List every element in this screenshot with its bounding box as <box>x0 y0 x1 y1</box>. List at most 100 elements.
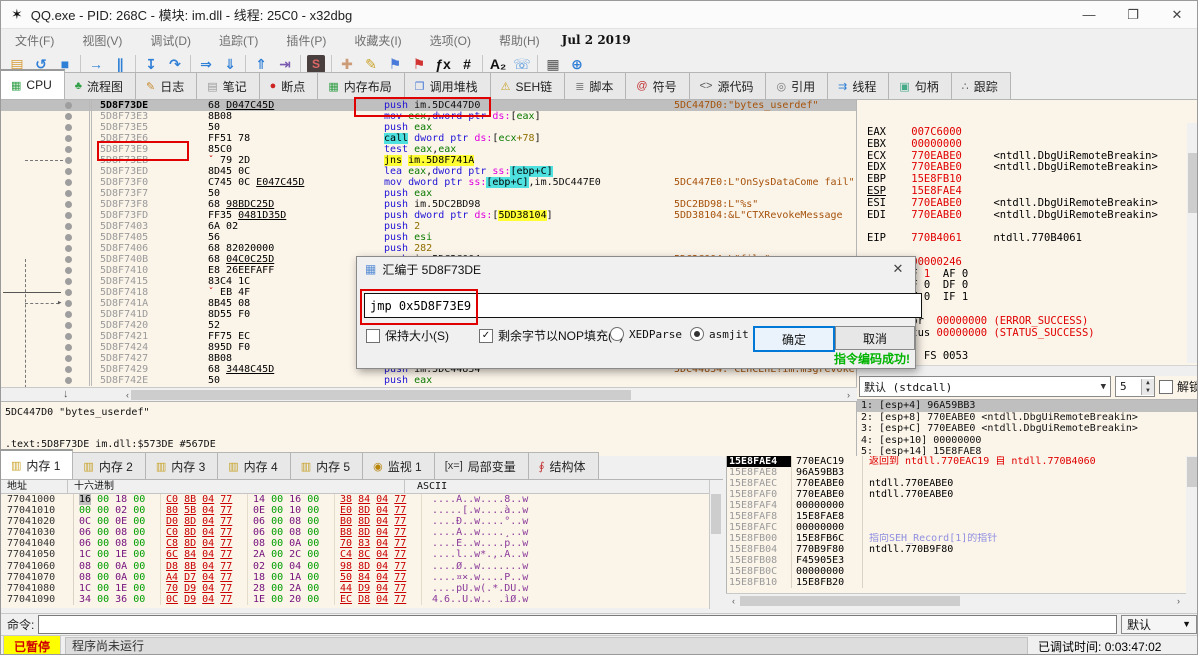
tab-脚本[interactable]: ≣ 脚本 <box>564 72 627 99</box>
breakpoint-dot-icon[interactable] <box>65 212 72 219</box>
tab-调用堆栈[interactable]: ❐ 调用堆栈 <box>403 72 491 99</box>
calling-convention-select[interactable]: 默认 (stdcall) ▼ <box>859 376 1111 397</box>
breakpoint-dot-icon[interactable] <box>65 168 72 175</box>
breakpoint-dot-icon[interactable] <box>65 256 72 263</box>
tab-跟踪[interactable]: ∴ 跟踪 <box>950 72 1011 99</box>
stack-scroll-right[interactable]: › <box>1172 595 1185 607</box>
ok-button[interactable]: 确定 <box>753 326 835 352</box>
tab-内存 4[interactable]: ▥ 内存 4 <box>217 452 291 479</box>
tab-局部变量[interactable]: [x=] 局部变量 <box>433 452 529 479</box>
stack-row[interactable]: 15E8FB04 770B9F80 ntdll.770B9F80 <box>727 544 1186 555</box>
cancel-button[interactable]: 取消 <box>835 326 915 350</box>
tab-源代码[interactable]: <> 源代码 <box>688 72 767 99</box>
breakpoint-dot-icon[interactable] <box>65 289 72 296</box>
keep-size-checkbox[interactable] <box>366 328 380 343</box>
disassembly-hscrollbar[interactable]: ↓ ‹ › <box>1 387 857 401</box>
asmjit-radio[interactable] <box>690 327 704 341</box>
registers-vscrollbar[interactable] <box>1187 123 1197 363</box>
register-line[interactable]: EAX 007C6000 <box>867 127 1183 139</box>
stack-row[interactable]: 15E8FAE8 96A59BB3 <box>727 467 1186 478</box>
register-line[interactable]: EBP 15E8FB10 <box>867 174 1183 186</box>
tab-SEH链[interactable]: ⚠ SEH链 <box>489 72 566 99</box>
tab-线程[interactable]: ⇉ 线程 <box>827 72 890 99</box>
menu-item[interactable]: 调试(D) <box>136 30 205 51</box>
breakpoint-dot-icon[interactable] <box>65 190 72 197</box>
dump-row[interactable]: 77041000 16 00 18 00 C0 8B 04 77 14 00 16 0… <box>1 494 723 506</box>
tab-CPU[interactable]: ▦ CPU <box>1 69 65 99</box>
tab-内存 3[interactable]: ▥ 内存 3 <box>144 452 219 479</box>
stack-vscrollbar[interactable] <box>1186 456 1197 593</box>
dump-row[interactable]: 77041030 06 00 08 00 C0 8D 04 77 06 00 08 0… <box>1 527 723 539</box>
menu-item[interactable]: 插件(P) <box>272 30 340 51</box>
argument-row[interactable]: 2: [esp+8] 770EABE0 <ntdll.DbgUiRemoteBr… <box>857 412 1197 424</box>
stack-row[interactable]: 15E8FB0C 00000000 <box>727 566 1186 577</box>
unlock-checkbox[interactable] <box>1158 379 1173 394</box>
disasm-row[interactable]: 5D8F73ED 8D45 0C lea eax,dword ptr ss:[ebp… <box>1 166 856 177</box>
stack-row[interactable]: 15E8FAF0 770EABE0 ntdll.770EABE0 <box>727 489 1186 500</box>
stack-row[interactable]: 15E8FAFC 00000000 <box>727 522 1186 533</box>
disasm-row[interactable]: 5D8F73F8 68 98BDC25D push im.5DC2BD98 5DC2B… <box>1 199 856 210</box>
disasm-row[interactable]: 5D8F73FD FF35 0481D35D push dword ptr ds:[… <box>1 210 856 221</box>
breakpoint-dot-icon[interactable] <box>65 102 72 109</box>
arg-count-spinner[interactable]: 5 ▲ ▼ <box>1114 376 1155 397</box>
tab-内存 5[interactable]: ▥ 内存 5 <box>289 452 364 479</box>
stack-row[interactable]: 15E8FAEC 770EABE0 ntdll.770EABE0 <box>727 478 1186 489</box>
dialog-title-bar[interactable]: ▦ 汇编于 5D8F73DE ✕ <box>357 257 915 281</box>
disasm-row[interactable]: 5D8F73F7 50 push eax <box>1 188 856 199</box>
dump-row[interactable]: 77041070 08 00 0A 00 A4 D7 04 77 18 00 1A 0… <box>1 571 723 583</box>
tab-结构体[interactable]: ∮ 结构体 <box>527 452 599 479</box>
disasm-row[interactable]: 5D8F73E5 50 push eax <box>1 122 856 133</box>
breakpoint-dot-icon[interactable] <box>65 234 72 241</box>
minimize-button[interactable]: — <box>1067 1 1111 28</box>
stack-row[interactable]: 15E8FB10 15E8FB20 <box>727 577 1186 588</box>
breakpoint-dot-icon[interactable] <box>65 311 72 318</box>
dump-row[interactable]: 77041060 08 00 0A 00 D8 8B 04 77 02 00 04 0… <box>1 560 723 572</box>
menu-item[interactable]: 帮助(H) <box>485 30 554 51</box>
breakpoint-dot-icon[interactable] <box>65 300 72 307</box>
register-line[interactable] <box>867 245 1183 257</box>
tab-引用[interactable]: ◎ 引用 <box>765 72 829 99</box>
register-line[interactable]: EDI 770EABE0 <ntdll.DbgUiRemoteBreakin> <box>867 210 1183 222</box>
stack-row[interactable]: 15E8FAF8 15E8FAE8 <box>727 511 1186 522</box>
disasm-row[interactable]: 5D8F73F0 C745 0C E047C45D mov dword ptr ss… <box>1 177 856 188</box>
dump-row[interactable]: 77041090 34 00 36 00 0C D9 04 77 1E 00 20 0… <box>1 593 723 605</box>
tab-符号[interactable]: @ 符号 <box>625 72 690 99</box>
register-line[interactable] <box>867 221 1183 233</box>
register-line[interactable]: EBX 00000000 <box>867 139 1183 151</box>
breakpoint-dot-icon[interactable] <box>65 267 72 274</box>
tab-内存 1[interactable]: ▥ 内存 1 <box>1 449 74 479</box>
stack-hscrollbar[interactable]: ‹ › <box>726 593 1186 607</box>
xedparse-radio[interactable] <box>610 327 624 341</box>
breakpoint-dot-icon[interactable] <box>65 223 72 230</box>
tab-内存 2[interactable]: ▥ 内存 2 <box>72 452 146 479</box>
register-line[interactable]: EIP 770B4061 ntdll.770B4061 <box>867 233 1183 245</box>
fill-nop-checkbox[interactable]: ✓ <box>479 328 493 343</box>
maximize-button[interactable]: ❐ <box>1111 1 1155 28</box>
register-line[interactable]: EDX 770EABE0 <ntdll.DbgUiRemoteBreakin> <box>867 162 1183 174</box>
close-button[interactable]: ✕ <box>1155 1 1197 28</box>
arguments-list[interactable]: 1: [esp+4] 96A59BB3 2: [esp+8] 770EABE0 <… <box>857 399 1197 458</box>
breakpoint-dot-icon[interactable] <box>65 278 72 285</box>
breakpoint-dot-icon[interactable] <box>65 146 72 153</box>
argument-row[interactable]: 4: [esp+10] 00000000 <box>857 435 1197 447</box>
tab-日志[interactable]: ✎ 日志 <box>134 72 198 99</box>
register-line[interactable]: ESI 770EABE0 <ntdll.DbgUiRemoteBreakin> <box>867 198 1183 210</box>
tab-笔记[interactable]: ▤ 笔记 <box>196 72 260 99</box>
breakpoint-dot-icon[interactable] <box>65 179 72 186</box>
breakpoint-dot-icon[interactable] <box>65 355 72 362</box>
dialog-close-button[interactable]: ✕ <box>881 261 915 277</box>
breakpoint-dot-icon[interactable] <box>65 201 72 208</box>
disasm-row[interactable]: 5D8F7403 6A 02 push 2 <box>1 221 856 232</box>
dump-row[interactable]: 77041020 0C 00 0E 00 D0 8D 04 77 06 00 08 0… <box>1 516 723 528</box>
stack-row[interactable]: 15E8FB08 F45905E3 <box>727 555 1186 566</box>
disasm-row[interactable]: 5D8F7406 68 82020000 push 282 <box>1 243 856 254</box>
disasm-row[interactable]: 5D8F742E 50 push eax <box>1 375 856 386</box>
breakpoint-dot-icon[interactable] <box>65 245 72 252</box>
dump-scroll-thumb[interactable] <box>711 494 721 534</box>
breakpoint-dot-icon[interactable] <box>65 135 72 142</box>
stack-row[interactable]: 15E8FAF4 00000000 <box>727 500 1186 511</box>
register-line[interactable]: ESP 15E8FAE4 <box>867 186 1183 198</box>
argument-row[interactable]: 1: [esp+4] 96A59BB3 <box>857 400 1197 412</box>
tab-断点[interactable]: ● 断点 <box>258 72 319 99</box>
disasm-row[interactable]: 5D8F7405 56 push esi <box>1 232 856 243</box>
